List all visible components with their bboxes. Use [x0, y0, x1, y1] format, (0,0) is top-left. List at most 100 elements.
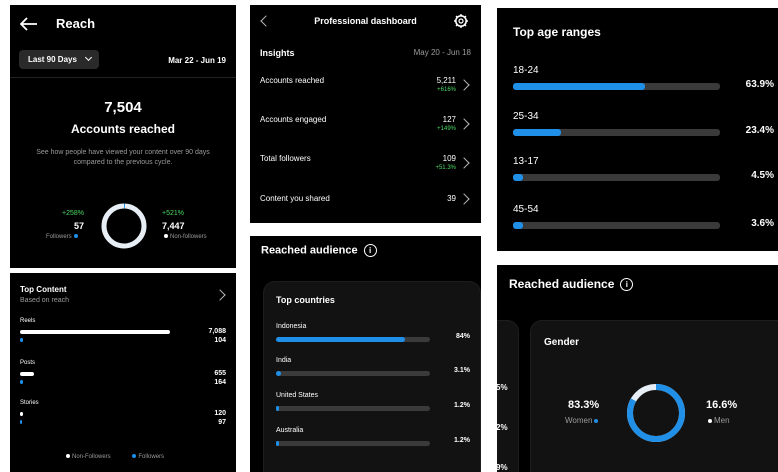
nonfollowers-label: Non-followers	[170, 234, 207, 240]
info-icon[interactable]: i	[620, 278, 634, 292]
country-value: 1.2%	[454, 437, 470, 444]
age-bar-fill	[513, 83, 646, 90]
nonfollowers-bar	[20, 330, 170, 334]
side-value: 9%	[497, 463, 508, 472]
nonfollowers-bar	[20, 412, 23, 416]
nonfollowers-value: 7,447	[162, 221, 185, 231]
followers-label: Followers	[46, 234, 72, 240]
age-range-label: 25-34	[513, 111, 539, 122]
followers-bar	[20, 338, 23, 342]
age-range-value: 63.9%	[745, 79, 774, 90]
insight-change: +616%	[437, 87, 456, 93]
women-dot-icon	[594, 418, 599, 423]
insight-label: Accounts engaged	[260, 115, 327, 124]
nonfollowers-dot-icon	[164, 234, 168, 239]
insight-label: Content you shared	[260, 194, 330, 203]
age-bar-fill	[513, 222, 523, 229]
followers-count: 97	[218, 419, 226, 426]
top-countries-title: Top countries	[276, 295, 335, 305]
dashboard-panel: Professional dashboard Insights May 20 -…	[250, 5, 481, 223]
page-title: Reach	[56, 16, 96, 31]
insight-label: Total followers	[260, 154, 311, 163]
back-arrow-icon[interactable]	[20, 17, 38, 31]
side-value: 2%	[497, 423, 508, 432]
chevron-right-icon	[458, 79, 470, 91]
insight-label: Accounts reached	[260, 76, 325, 85]
gender-card: Gender 83.3% Women 16.6% Men	[530, 320, 778, 472]
period-dropdown[interactable]: Last 90 Days	[19, 50, 99, 69]
content-type-label: Reels	[20, 318, 36, 324]
period-label: Last 90 Days	[28, 55, 77, 64]
insight-row[interactable]: Accounts reached 5,211 +616%	[250, 75, 481, 105]
settings-gear-icon[interactable]	[453, 13, 469, 29]
insight-value: 39	[447, 194, 456, 203]
legend-nonfollowers: Non-Followers	[72, 454, 111, 460]
heading-label: Reached audience	[261, 244, 358, 257]
insight-value: 5,211	[436, 76, 456, 85]
chevron-down-icon	[84, 53, 93, 62]
followers-dot-icon	[132, 454, 137, 459]
chevron-right-icon	[458, 157, 470, 169]
insight-row[interactable]: Content you shared 39	[250, 193, 481, 223]
dashboard-title: Professional dashboard	[314, 16, 417, 26]
nonfollowers-count: 120	[214, 410, 226, 417]
reach-panel: Reach Last 90 Days Mar 22 - Jun 19 7,504…	[10, 5, 236, 268]
men-dot-icon	[708, 418, 712, 423]
side-card	[497, 320, 519, 472]
nonfollowers-count: 7,088	[208, 328, 226, 335]
country-label: India	[276, 357, 292, 364]
age-bar-track	[513, 83, 720, 90]
nonfollowers-count: 655	[214, 370, 226, 377]
nonfollowers-change: +521%	[162, 210, 184, 217]
age-range-value: 4.5%	[751, 170, 774, 181]
age-bar-track	[513, 174, 720, 181]
legend-followers: Followers	[138, 454, 165, 460]
accounts-reached-total: 7,504	[104, 99, 142, 116]
nonfollowers-bar	[20, 372, 34, 376]
country-bar-track	[276, 406, 430, 411]
countries-panel: Reached audience i Top countries Indonesi…	[250, 236, 481, 472]
country-value: 1.2%	[454, 402, 470, 409]
gender-donut	[627, 384, 685, 442]
country-bar-track	[276, 441, 430, 446]
age-range-label: 13-17	[513, 156, 539, 167]
followers-bar	[20, 380, 23, 384]
age-range-label: 45-54	[513, 204, 539, 215]
chevron-right-icon[interactable]	[214, 289, 226, 301]
top-content-legend: Non-Followers Followers	[64, 454, 164, 460]
country-bar-track	[276, 337, 430, 342]
insight-row[interactable]: Total followers 109 +51.3%	[250, 153, 481, 183]
country-label: Australia	[276, 427, 304, 434]
chevron-right-icon	[458, 193, 470, 205]
followers-legend: Followers	[46, 234, 80, 240]
followers-dot-icon	[73, 234, 78, 239]
followers-change: +258%	[62, 210, 84, 217]
insights-dates: May 20 - Jun 18	[413, 48, 471, 57]
side-value: 5%	[497, 383, 508, 392]
country-bar-fill	[276, 441, 279, 446]
followers-bar	[20, 420, 23, 424]
content-type-label: Posts	[20, 360, 36, 366]
insight-row[interactable]: Accounts engaged 127 +149%	[250, 114, 481, 144]
top-countries-card: Top countries Indonesia 84% India 3.1% Unite…	[263, 281, 481, 472]
nonfollowers-legend: Non-followers	[162, 234, 207, 240]
age-range-label: 18-24	[513, 65, 539, 76]
women-legend: Women	[565, 416, 600, 425]
country-bar-track	[276, 371, 430, 376]
age-bar-track	[513, 222, 720, 229]
info-icon[interactable]: i	[363, 244, 377, 257]
country-value: 3.1%	[454, 367, 470, 374]
insight-change: +149%	[437, 126, 456, 132]
chevron-right-icon	[458, 118, 470, 130]
age-ranges-title: Top age ranges	[513, 25, 601, 39]
country-value: 84%	[455, 333, 470, 340]
country-label: Indonesia	[276, 323, 307, 330]
age-range-value: 23.4%	[745, 125, 774, 136]
gender-title: Gender	[544, 337, 580, 348]
women-label: Women	[565, 416, 593, 425]
age-bar-fill	[513, 129, 562, 136]
country-label: United States	[276, 392, 319, 399]
top-content-panel: Top Content Based on reach Reels 7,088 104…	[10, 273, 236, 472]
top-content-subtitle: Based on reach	[20, 297, 70, 304]
insight-value: 109	[442, 154, 456, 163]
